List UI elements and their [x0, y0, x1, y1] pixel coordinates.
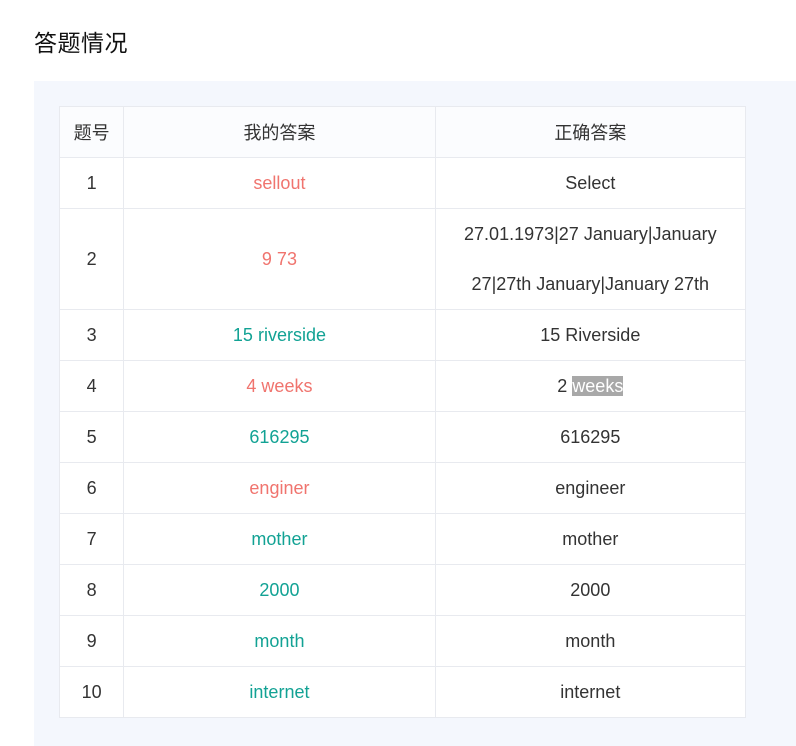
my-answer-wrong: enginer: [123, 462, 436, 514]
question-number: 10: [58, 666, 125, 718]
header-question-number: 题号: [58, 106, 125, 158]
my-answer-correct: 15 riverside: [123, 309, 436, 361]
answers-table: 题号 我的答案 正确答案 1 sellout Select 2 9 73 27.…: [58, 106, 747, 718]
correct-answer: 2 weeks: [434, 360, 747, 412]
correct-answer: engineer: [434, 462, 747, 514]
header-correct-answer: 正确答案: [434, 106, 747, 158]
correct-answer: 15 Riverside: [434, 309, 747, 361]
table-row: 9 month month: [58, 615, 747, 667]
table-row: 2 9 73 27.01.1973|27 January|January 27|…: [58, 208, 747, 310]
question-number: 7: [58, 513, 125, 565]
correct-answer: mother: [434, 513, 747, 565]
table-row: 6 enginer engineer: [58, 462, 747, 514]
correct-answer: 27.01.1973|27 January|January 27|27th Ja…: [434, 208, 747, 310]
table-row: 4 4 weeks 2 weeks: [58, 360, 747, 412]
table-row: 10 internet internet: [58, 666, 747, 718]
answer-report-page: 答题情况 题号 我的答案 正确答案 1 sellout Select 2 9 7…: [0, 0, 796, 746]
correct-answer: month: [434, 615, 747, 667]
correct-answer: 2000: [434, 564, 747, 616]
table-row: 8 2000 2000: [58, 564, 747, 616]
correct-answer: 616295: [434, 411, 747, 463]
question-number: 8: [58, 564, 125, 616]
table-header-row: 题号 我的答案 正确答案: [58, 106, 747, 158]
header-my-answer: 我的答案: [123, 106, 436, 158]
correct-answer: internet: [434, 666, 747, 718]
my-answer-correct: 2000: [123, 564, 436, 616]
my-answer-correct: internet: [123, 666, 436, 718]
question-number: 9: [58, 615, 125, 667]
my-answer-wrong: 4 weeks: [123, 360, 436, 412]
question-number: 2: [58, 208, 125, 310]
my-answer-correct: mother: [123, 513, 436, 565]
table-row: 3 15 riverside 15 Riverside: [58, 309, 747, 361]
my-answer-wrong: 9 73: [123, 208, 436, 310]
table-row: 7 mother mother: [58, 513, 747, 565]
page-title: 答题情况: [34, 31, 128, 57]
highlighted-text: weeks: [572, 375, 624, 396]
question-number: 4: [58, 360, 125, 412]
correct-answer-text: 2: [557, 375, 573, 396]
question-number: 3: [58, 309, 125, 361]
table-row: 1 sellout Select: [58, 157, 747, 209]
my-answer-correct: 616295: [123, 411, 436, 463]
correct-answer: Select: [434, 157, 747, 209]
question-number: 5: [58, 411, 125, 463]
question-number: 6: [58, 462, 125, 514]
my-answer-wrong: sellout: [123, 157, 436, 209]
question-number: 1: [58, 157, 125, 209]
table-row: 5 616295 616295: [58, 411, 747, 463]
my-answer-correct: month: [123, 615, 436, 667]
results-panel: 题号 我的答案 正确答案 1 sellout Select 2 9 73 27.…: [34, 81, 796, 746]
